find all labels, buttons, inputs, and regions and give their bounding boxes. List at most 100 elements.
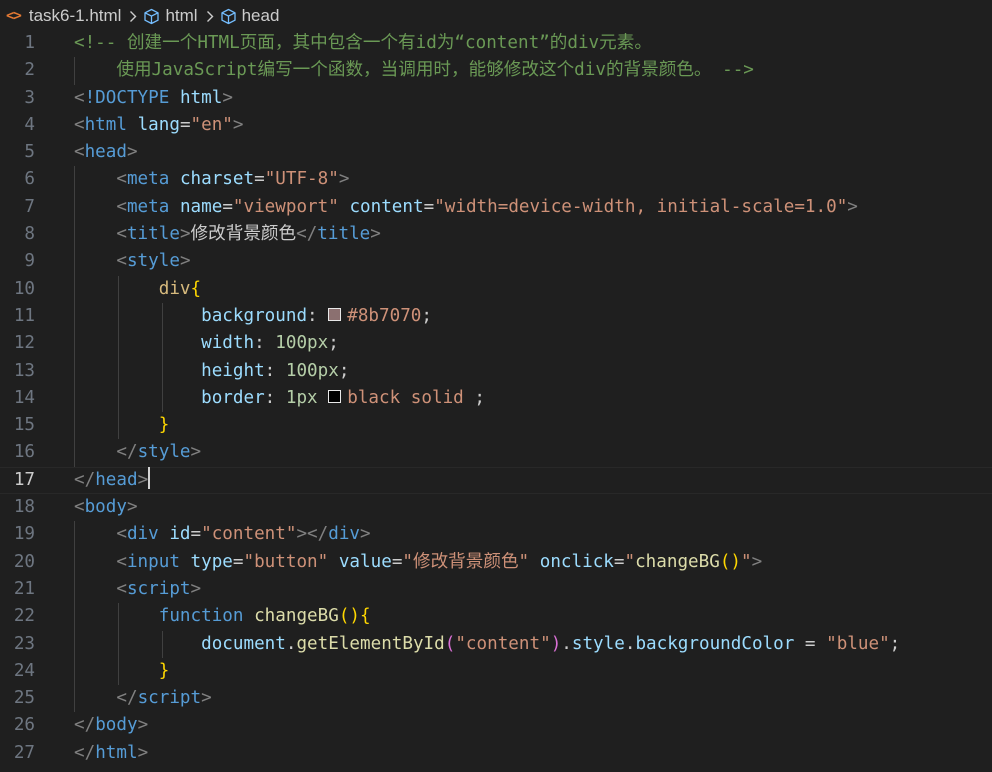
code-token: !DOCTYPE	[84, 87, 170, 108]
breadcrumb-file-name: task6-1.html	[28, 6, 122, 25]
line-number: 12	[13, 333, 35, 354]
code-text: <title>修改背景颜色</title>	[74, 221, 380, 248]
code-token: head	[95, 469, 138, 490]
chevron-right-icon	[129, 10, 137, 23]
code-token: :	[264, 360, 286, 381]
code-line[interactable]: 14 border: 1px black solid ;	[0, 384, 992, 413]
code-line[interactable]: 4 <html lang="en">	[0, 112, 992, 139]
code-token: ;	[328, 333, 339, 354]
code-text: <div id="content"></div>	[74, 521, 370, 548]
color-swatch[interactable]	[328, 389, 342, 403]
code-token: :	[254, 333, 276, 354]
code-line[interactable]: 11 background: #8b7070;	[0, 302, 992, 331]
code-line[interactable]: 7 <meta name="viewport" content="width=d…	[0, 193, 992, 222]
code-line[interactable]: 2 使用JavaScript编写一个函数，当调用时，能够修改这个div的背景颜色…	[0, 57, 992, 85]
code-token: <	[74, 87, 85, 108]
code-token: ;	[338, 360, 350, 381]
code-token: "修改背景颜色"	[402, 551, 530, 572]
code-token: backgroundColor	[635, 633, 795, 654]
code-token: <	[116, 524, 127, 545]
code-line[interactable]: 26 </body>	[0, 712, 992, 739]
code-token: <	[74, 497, 85, 518]
chevron-right-icon	[206, 10, 214, 23]
code-token: =	[391, 551, 403, 572]
code-line[interactable]: 6 <meta charset="UTF-8">	[0, 166, 992, 194]
code-line[interactable]: 25 </script>	[0, 685, 992, 713]
code-token: style	[571, 633, 625, 654]
line-number: 2	[24, 60, 35, 81]
code-line[interactable]: 27 </html>	[0, 740, 992, 767]
code-line[interactable]: 10 div{	[0, 275, 992, 303]
code-token: >	[137, 469, 149, 490]
code-line[interactable]: 18 <body>	[0, 494, 992, 521]
code-line[interactable]: 24 }	[0, 657, 992, 686]
code-text: </script>	[74, 685, 211, 712]
line-number: 22	[13, 606, 35, 627]
code-line[interactable]: 21 <script>	[0, 575, 992, 604]
code-line[interactable]: 1 <!-- 创建一个HTML页面，其中包含一个有id为“content”的div…	[0, 30, 992, 57]
code-text: }	[74, 412, 170, 439]
code-editor[interactable]: 1 <!-- 创建一个HTML页面，其中包含一个有id为“content”的div…	[0, 30, 992, 767]
code-token: style	[137, 442, 191, 463]
code-token: meta	[126, 169, 170, 190]
code-token: value	[338, 551, 392, 572]
line-number: 9	[24, 251, 35, 272]
code-token: border	[201, 387, 265, 408]
code-token: >	[847, 196, 858, 217]
code-token: <	[116, 551, 127, 572]
color-swatch[interactable]	[328, 307, 342, 321]
code-token: background	[201, 305, 308, 326]
code-token: >	[190, 442, 202, 463]
code-token: document	[201, 633, 286, 654]
breadcrumb-item-html[interactable]: html	[143, 6, 198, 26]
code-line[interactable]: 13 height: 100px;	[0, 357, 992, 385]
line-number: 17	[13, 469, 35, 490]
text-cursor	[148, 467, 151, 490]
code-text: }	[74, 658, 170, 685]
code-token: =	[794, 633, 827, 654]
line-number: 24	[13, 660, 35, 681]
code-token: 100px	[285, 360, 339, 381]
code-token: (){	[338, 606, 371, 627]
code-token: width	[201, 333, 255, 354]
code-line[interactable]: 22 function changeBG(){	[0, 603, 992, 631]
code-token: =	[222, 196, 233, 217]
breadcrumb-item-head[interactable]: head	[220, 6, 279, 26]
code-token: <	[116, 224, 127, 245]
code-line[interactable]: 8 <title>修改背景颜色</title>	[0, 221, 992, 249]
code-token: <	[74, 142, 85, 163]
code-token: onclick	[539, 551, 614, 572]
code-line[interactable]: 9 <style>	[0, 248, 992, 276]
code-text: <head>	[74, 139, 138, 166]
code-line[interactable]: 16 </style>	[0, 439, 992, 467]
code-line[interactable]: 5 <head>	[0, 139, 992, 166]
code-text: height: 100px;	[74, 358, 349, 385]
code-text: <script>	[74, 576, 201, 603]
code-line[interactable]: 15 }	[0, 412, 992, 440]
code-line[interactable]: 23 document.getElementById("content").st…	[0, 630, 992, 658]
code-token: id	[169, 524, 191, 545]
breadcrumb-file[interactable]: <> task6-1.html	[6, 6, 121, 26]
code-token: {	[190, 278, 202, 299]
code-line[interactable]: 3 <!DOCTYPE html>	[0, 85, 992, 112]
code-line[interactable]: 19 <div id="content"></div>	[0, 521, 992, 549]
code-token: solid	[410, 387, 464, 408]
code-line[interactable]: 20 <input type="button" value="修改背景颜色" o…	[0, 548, 992, 576]
code-token: #8b7070	[347, 305, 422, 326]
code-token: >	[232, 114, 244, 135]
code-token: html	[95, 742, 138, 763]
code-line[interactable]: 12 width: 100px;	[0, 330, 992, 358]
code-text: <input type="button" value="修改背景颜色" oncl…	[74, 549, 762, 576]
code-line[interactable]: 17 </head>	[0, 467, 992, 494]
